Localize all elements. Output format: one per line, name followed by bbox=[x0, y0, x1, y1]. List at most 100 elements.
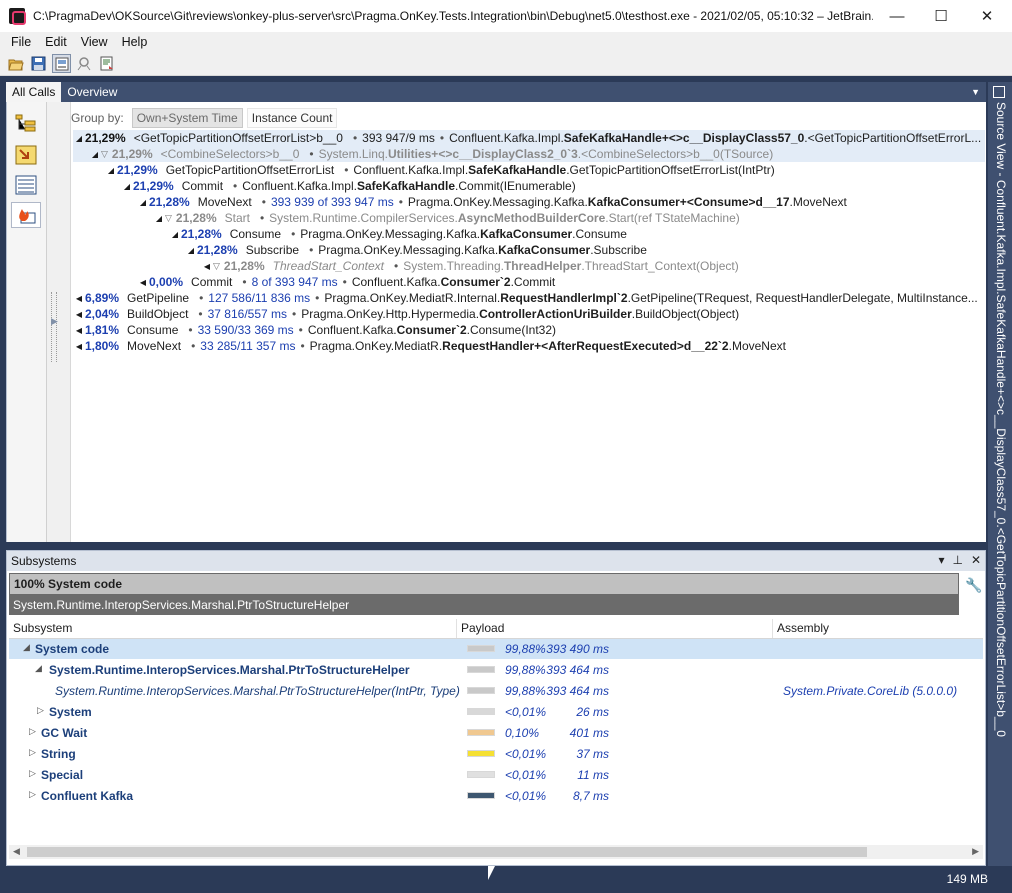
column-assembly[interactable]: Assembly bbox=[773, 619, 983, 638]
table-row[interactable]: ▷ Confluent Kafka <0,01% 8,7 ms bbox=[9, 786, 983, 806]
expand-arrow-icon[interactable]: ◀ bbox=[137, 278, 149, 287]
subsystem-table-header: Subsystem Payload Assembly bbox=[9, 619, 983, 639]
collapse-arrow-icon[interactable]: ◢ bbox=[105, 166, 117, 175]
expand-arrow-icon[interactable]: ◀ bbox=[73, 294, 85, 303]
table-row[interactable]: ▷ System <0,01% 26 ms bbox=[9, 702, 983, 722]
payload-bar bbox=[467, 729, 495, 736]
snapshot-icon[interactable] bbox=[52, 54, 71, 73]
collapse-arrow-icon[interactable]: ◢ bbox=[89, 150, 101, 159]
call-tree: ◢ 21,29% <GetTopicPartitionOffsetErrorLi… bbox=[73, 130, 985, 354]
panel-menu-icon[interactable]: ▾ bbox=[938, 553, 944, 567]
payload-bar-fill bbox=[468, 667, 494, 672]
minimize-button[interactable]: — bbox=[874, 0, 920, 32]
expand-arrow-icon[interactable]: ▷ bbox=[29, 747, 36, 758]
tree-row[interactable]: ◢ ▽ 21,28% Start • System.Runtime.Compil… bbox=[73, 210, 985, 226]
subsystems-title-bar: Subsystems ▾ ⊥ ✕ bbox=[7, 551, 985, 571]
view-tabs: All Calls Overview ▼ bbox=[6, 82, 986, 102]
breadcrumb-root[interactable]: 100% System code bbox=[9, 573, 959, 595]
horizontal-scrollbar[interactable]: ◀ ▶ bbox=[9, 845, 983, 859]
collapse-arrow-icon[interactable]: ◢ bbox=[35, 663, 42, 674]
filter-icon: ▽ bbox=[165, 212, 172, 223]
payload-bar bbox=[467, 666, 495, 673]
flame-icon[interactable] bbox=[11, 202, 41, 228]
mouse-cursor-icon bbox=[488, 866, 495, 880]
tab-overview[interactable]: Overview bbox=[61, 82, 123, 102]
collapse-arrow-icon[interactable]: ◢ bbox=[185, 246, 197, 255]
expand-arrow-icon[interactable]: ▷ bbox=[29, 789, 36, 800]
payload-bar bbox=[467, 792, 495, 799]
tree-row[interactable]: ◀ 1,81% Consume • 33 590/33 369 ms • Confl… bbox=[73, 322, 985, 338]
table-row[interactable]: System.Runtime.InteropServices.Marshal.P… bbox=[9, 681, 983, 701]
tree-row[interactable]: ◀ 0,00% Commit • 8 of 393 947 ms • Conflue… bbox=[73, 274, 985, 290]
group-by-bar: Group by: Own+System Time Instance Count bbox=[71, 108, 338, 128]
tree-row[interactable]: ◀ 1,80% MoveNext • 33 285/11 357 ms • Prag… bbox=[73, 338, 985, 354]
save-icon[interactable] bbox=[29, 54, 48, 73]
source-view-title: Source View - Confluent.Kafka.Impl.SafeK… bbox=[994, 102, 1008, 737]
table-row[interactable]: ▷ Special <0,01% 11 ms bbox=[9, 765, 983, 785]
tree-row[interactable]: ◢ 21,28% Subscribe • Pragma.OnKey.Messag… bbox=[73, 242, 985, 258]
expand-arrow-icon[interactable]: ▷ bbox=[29, 768, 36, 779]
close-button[interactable]: ✕ bbox=[964, 0, 1010, 32]
tree-row[interactable]: ◀ ▽ 21,28% ThreadStart_Context • System.… bbox=[73, 258, 985, 274]
breadcrumb-current[interactable]: System.Runtime.InteropServices.Marshal.P… bbox=[9, 595, 959, 615]
title-bar: C:\PragmaDev\OKSource\Git\reviews\onkey-… bbox=[0, 0, 1012, 32]
collapse-arrow-icon[interactable]: ◢ bbox=[137, 198, 149, 207]
export-icon[interactable] bbox=[98, 54, 117, 73]
maximize-button[interactable]: ☐ bbox=[918, 0, 964, 32]
splitter-arrow-icon[interactable]: ▶ bbox=[51, 316, 58, 327]
expand-arrow-icon[interactable]: ◀ bbox=[73, 326, 85, 335]
tree-row[interactable]: ◢ 21,29% GetTopicPartitionOffsetErrorLis… bbox=[73, 162, 985, 178]
tree-row[interactable]: ◀ 6,89% GetPipeline • 127 586/11 836 ms • … bbox=[73, 290, 985, 306]
status-bar: 149 MB bbox=[0, 866, 1012, 893]
filter-icon: ▽ bbox=[101, 148, 108, 159]
table-row[interactable]: ◢ System.Runtime.InteropServices.Marshal… bbox=[9, 660, 983, 680]
wrench-icon[interactable]: 🔧 bbox=[965, 577, 982, 594]
tree-row[interactable]: ◢ 21,28% Consume • Pragma.OnKey.Messagin… bbox=[73, 226, 985, 242]
tree-row[interactable]: ◀ 2,04% BuildObject • 37 816/557 ms • Prag… bbox=[73, 306, 985, 322]
tree-row[interactable]: ◢ 21,29% Commit • Confluent.Kafka.Impl. S… bbox=[73, 178, 985, 194]
collapse-arrow-icon[interactable]: ◢ bbox=[153, 214, 165, 223]
table-row[interactable]: ▷ String <0,01% 37 ms bbox=[9, 744, 983, 764]
collapse-arrow-icon[interactable]: ◢ bbox=[121, 182, 133, 191]
app-icon bbox=[9, 8, 26, 25]
expand-arrow-icon[interactable]: ◀ bbox=[201, 262, 213, 271]
close-panel-icon[interactable]: ✕ bbox=[971, 553, 981, 567]
attach-icon[interactable] bbox=[75, 54, 94, 73]
pin-icon[interactable]: ⊥ bbox=[952, 553, 962, 567]
payload-bar bbox=[467, 687, 495, 694]
scroll-thumb[interactable] bbox=[27, 847, 867, 857]
back-traces-icon[interactable] bbox=[11, 142, 41, 168]
hot-spots-list-icon[interactable] bbox=[11, 172, 41, 198]
tree-row[interactable]: ◢ 21,28% MoveNext • 393 939 of 393 947 ms… bbox=[73, 194, 985, 210]
collapse-arrow-icon[interactable]: ◢ bbox=[169, 230, 181, 239]
panel-splitter[interactable]: ▶ bbox=[47, 102, 71, 542]
menu-edit[interactable]: Edit bbox=[38, 35, 74, 49]
table-row[interactable]: ▷ GC Wait 0,10% 401 ms bbox=[9, 723, 983, 743]
menu-file[interactable]: File bbox=[4, 35, 38, 49]
menu-help[interactable]: Help bbox=[115, 35, 155, 49]
expand-arrow-icon[interactable]: ▷ bbox=[29, 726, 36, 737]
tabs-dropdown-icon[interactable]: ▼ bbox=[971, 87, 980, 97]
payload-bar bbox=[467, 645, 495, 652]
column-payload[interactable]: Payload bbox=[457, 619, 773, 638]
expand-arrow-icon[interactable]: ◀ bbox=[73, 342, 85, 351]
group-by-instance-count[interactable]: Instance Count bbox=[246, 108, 338, 128]
call-tree-icon[interactable] bbox=[11, 110, 41, 136]
group-by-own-system-time[interactable]: Own+System Time bbox=[131, 108, 243, 128]
scroll-right-icon[interactable]: ▶ bbox=[972, 846, 979, 857]
menu-view[interactable]: View bbox=[74, 35, 115, 49]
tree-row[interactable]: ◢ ▽ 21,29% <CombineSelectors>b__0 • Syst… bbox=[73, 146, 985, 162]
scroll-left-icon[interactable]: ◀ bbox=[13, 846, 20, 857]
collapse-arrow-icon[interactable]: ◢ bbox=[73, 134, 85, 143]
column-subsystem[interactable]: Subsystem bbox=[9, 619, 457, 638]
expand-arrow-icon[interactable]: ▷ bbox=[37, 705, 44, 716]
tab-all-calls[interactable]: All Calls bbox=[6, 82, 62, 102]
source-view-panel[interactable]: Source View - Confluent.Kafka.Impl.SafeK… bbox=[988, 82, 1012, 866]
tree-row[interactable]: ◢ 21,29% <GetTopicPartitionOffsetErrorLi… bbox=[73, 130, 985, 146]
table-row[interactable]: ◢ System code 99,88% 393 490 ms bbox=[9, 639, 983, 659]
subsystems-panel: Subsystems ▾ ⊥ ✕ 100% System code System… bbox=[6, 550, 986, 866]
collapse-arrow-icon[interactable]: ◢ bbox=[23, 642, 30, 653]
payload-bar bbox=[467, 771, 495, 778]
expand-arrow-icon[interactable]: ◀ bbox=[73, 310, 85, 319]
folder-open-icon[interactable] bbox=[6, 54, 25, 73]
